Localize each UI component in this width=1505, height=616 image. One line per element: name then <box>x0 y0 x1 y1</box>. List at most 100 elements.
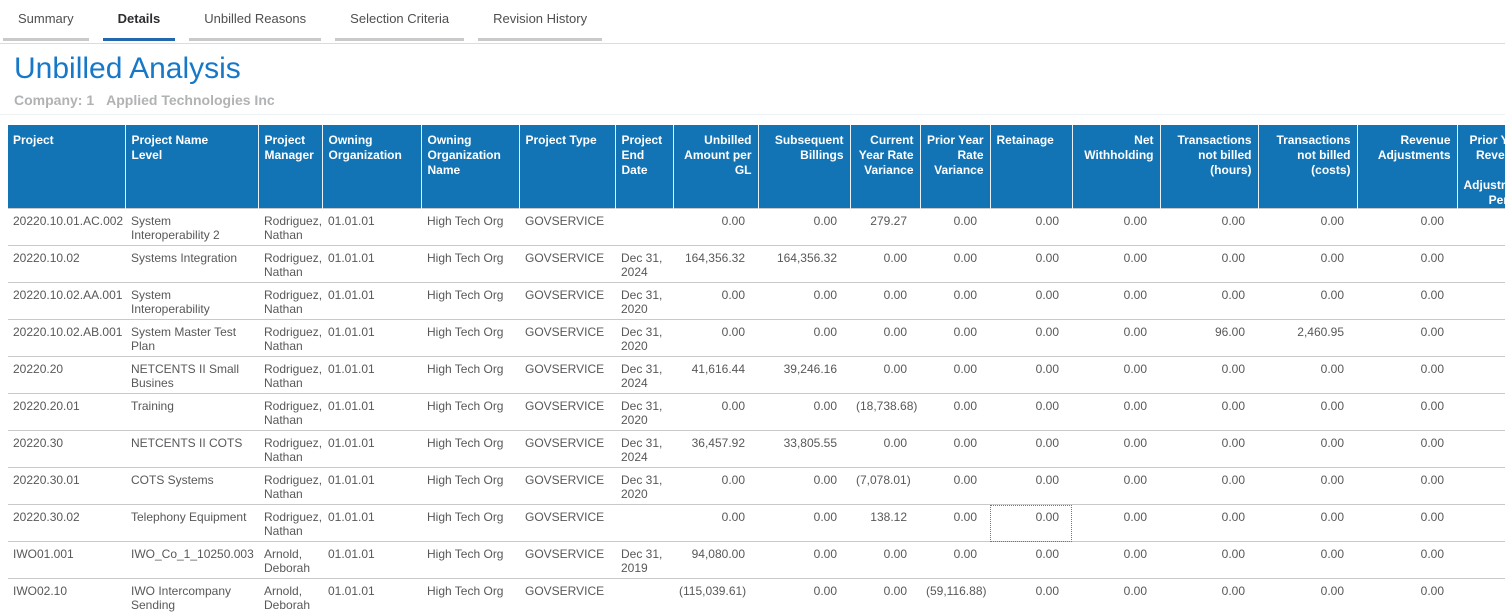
cell-project-end-date[interactable] <box>615 505 673 542</box>
cell-unbilled-amount-per-gl[interactable]: 164,356.32 <box>673 246 758 283</box>
cell-project-manager[interactable]: Rodriguez, Nathan <box>258 283 322 320</box>
cell-subsequent-billings[interactable]: 0.00 <box>758 283 850 320</box>
cell-transactions-not-billed-costs[interactable]: 2,460.95 <box>1258 320 1357 357</box>
column-header-project-name-level[interactable]: Project Name Level <box>125 125 258 209</box>
cell-revenue-adjustments[interactable]: 0.00 <box>1357 468 1457 505</box>
column-header-project-type[interactable]: Project Type <box>519 125 615 209</box>
cell-net-withholding[interactable]: 0.00 <box>1072 394 1160 431</box>
cell-prior-year-rate-variance[interactable]: 0.00 <box>920 209 990 246</box>
cell-owning-organization-name[interactable]: High Tech Org <box>421 283 519 320</box>
cell-net-withholding[interactable]: 0.00 <box>1072 357 1160 394</box>
cell-current-year-rate-variance[interactable]: (18,738.68) <box>850 394 920 431</box>
cell-revenue-adjustments[interactable]: 0.00 <box>1357 542 1457 579</box>
cell-prior-year-revenue-adjustments-period[interactable] <box>1457 505 1505 542</box>
cell-revenue-adjustments[interactable]: 0.00 <box>1357 357 1457 394</box>
cell-project-end-date[interactable] <box>615 209 673 246</box>
cell-current-year-rate-variance[interactable]: 0.00 <box>850 542 920 579</box>
column-header-subsequent-billings[interactable]: Subsequent Billings <box>758 125 850 209</box>
cell-prior-year-rate-variance[interactable]: 0.00 <box>920 320 990 357</box>
cell-project-end-date[interactable]: Dec 31, 2019 <box>615 542 673 579</box>
cell-unbilled-amount-per-gl[interactable]: 0.00 <box>673 468 758 505</box>
cell-prior-year-rate-variance[interactable]: 0.00 <box>920 542 990 579</box>
cell-project-name-level[interactable]: NETCENTS II COTS <box>125 431 258 468</box>
cell-project-type[interactable]: GOVSERVICE <box>519 394 615 431</box>
cell-transactions-not-billed-costs[interactable]: 0.00 <box>1258 468 1357 505</box>
cell-project-end-date[interactable]: Dec 31, 2020 <box>615 283 673 320</box>
cell-net-withholding[interactable]: 0.00 <box>1072 209 1160 246</box>
cell-net-withholding[interactable]: 0.00 <box>1072 505 1160 542</box>
cell-revenue-adjustments[interactable]: 0.00 <box>1357 283 1457 320</box>
tab-details[interactable]: Details <box>103 0 176 41</box>
cell-prior-year-rate-variance[interactable]: 0.00 <box>920 431 990 468</box>
cell-revenue-adjustments[interactable]: 0.00 <box>1357 246 1457 283</box>
cell-project-type[interactable]: GOVSERVICE <box>519 468 615 505</box>
cell-subsequent-billings[interactable]: 0.00 <box>758 394 850 431</box>
column-header-prior-year-rate-variance[interactable]: Prior Year Rate Variance <box>920 125 990 209</box>
cell-project-end-date[interactable]: Dec 31, 2024 <box>615 246 673 283</box>
cell-current-year-rate-variance[interactable]: 0.00 <box>850 579 920 616</box>
cell-project-name-level[interactable]: COTS Systems <box>125 468 258 505</box>
cell-transactions-not-billed-hours[interactable]: 0.00 <box>1160 542 1258 579</box>
cell-project-end-date[interactable]: Dec 31, 2020 <box>615 320 673 357</box>
cell-owning-organization-name[interactable]: High Tech Org <box>421 542 519 579</box>
cell-subsequent-billings[interactable]: 164,356.32 <box>758 246 850 283</box>
cell-transactions-not-billed-costs[interactable]: 0.00 <box>1258 505 1357 542</box>
cell-transactions-not-billed-costs[interactable]: 0.00 <box>1258 246 1357 283</box>
cell-subsequent-billings[interactable]: 0.00 <box>758 320 850 357</box>
column-header-owning-organization[interactable]: Owning Organization <box>322 125 421 209</box>
cell-net-withholding[interactable]: 0.00 <box>1072 320 1160 357</box>
cell-project-manager[interactable]: Rodriguez, Nathan <box>258 394 322 431</box>
cell-retainage[interactable]: 0.00 <box>990 505 1072 542</box>
tab-selection-criteria[interactable]: Selection Criteria <box>335 0 464 41</box>
cell-owning-organization[interactable]: 01.01.01 <box>322 209 421 246</box>
cell-project-name-level[interactable]: Training <box>125 394 258 431</box>
cell-retainage[interactable]: 0.00 <box>990 246 1072 283</box>
cell-transactions-not-billed-costs[interactable]: 0.00 <box>1258 431 1357 468</box>
cell-prior-year-rate-variance[interactable]: 0.00 <box>920 505 990 542</box>
column-header-transactions-not-billed-hours[interactable]: Transactions not billed (hours) <box>1160 125 1258 209</box>
cell-project-type[interactable]: GOVSERVICE <box>519 209 615 246</box>
cell-owning-organization-name[interactable]: High Tech Org <box>421 468 519 505</box>
column-header-project-manager[interactable]: Project Manager <box>258 125 322 209</box>
cell-transactions-not-billed-hours[interactable]: 0.00 <box>1160 394 1258 431</box>
column-header-prior-year-revenue-adjustments-period[interactable]: Prior Year Revenue Adjustments Period <box>1457 125 1505 209</box>
cell-prior-year-rate-variance[interactable]: 0.00 <box>920 246 990 283</box>
cell-project[interactable]: 20220.20.01 <box>8 394 125 431</box>
cell-unbilled-amount-per-gl[interactable]: 0.00 <box>673 394 758 431</box>
cell-prior-year-revenue-adjustments-period[interactable] <box>1457 431 1505 468</box>
cell-current-year-rate-variance[interactable]: 138.12 <box>850 505 920 542</box>
cell-current-year-rate-variance[interactable]: (7,078.01) <box>850 468 920 505</box>
cell-transactions-not-billed-hours[interactable]: 96.00 <box>1160 320 1258 357</box>
tab-summary[interactable]: Summary <box>3 0 89 41</box>
cell-transactions-not-billed-costs[interactable]: 0.00 <box>1258 394 1357 431</box>
cell-project-manager[interactable]: Rodriguez, Nathan <box>258 320 322 357</box>
cell-transactions-not-billed-hours[interactable]: 0.00 <box>1160 283 1258 320</box>
cell-project-manager[interactable]: Rodriguez, Nathan <box>258 431 322 468</box>
cell-owning-organization-name[interactable]: High Tech Org <box>421 209 519 246</box>
cell-project-end-date[interactable]: Dec 31, 2024 <box>615 357 673 394</box>
cell-transactions-not-billed-hours[interactable]: 0.00 <box>1160 209 1258 246</box>
cell-owning-organization-name[interactable]: High Tech Org <box>421 431 519 468</box>
cell-current-year-rate-variance[interactable]: 0.00 <box>850 246 920 283</box>
cell-project[interactable]: 20220.10.02 <box>8 246 125 283</box>
cell-revenue-adjustments[interactable]: 0.00 <box>1357 394 1457 431</box>
cell-subsequent-billings[interactable]: 0.00 <box>758 579 850 616</box>
tab-revision-history[interactable]: Revision History <box>478 0 602 41</box>
cell-subsequent-billings[interactable]: 33,805.55 <box>758 431 850 468</box>
cell-transactions-not-billed-costs[interactable]: 0.00 <box>1258 579 1357 616</box>
cell-prior-year-revenue-adjustments-period[interactable] <box>1457 394 1505 431</box>
cell-owning-organization[interactable]: 01.01.01 <box>322 579 421 616</box>
cell-project-type[interactable]: GOVSERVICE <box>519 505 615 542</box>
column-header-current-year-rate-variance[interactable]: Current Year Rate Variance <box>850 125 920 209</box>
cell-retainage[interactable]: 0.00 <box>990 542 1072 579</box>
cell-prior-year-revenue-adjustments-period[interactable] <box>1457 468 1505 505</box>
cell-project-end-date[interactable]: Dec 31, 2020 <box>615 394 673 431</box>
cell-retainage[interactable]: 0.00 <box>990 357 1072 394</box>
cell-project-manager[interactable]: Rodriguez, Nathan <box>258 468 322 505</box>
cell-subsequent-billings[interactable]: 0.00 <box>758 209 850 246</box>
cell-current-year-rate-variance[interactable]: 0.00 <box>850 283 920 320</box>
cell-prior-year-revenue-adjustments-period[interactable] <box>1457 283 1505 320</box>
cell-project-type[interactable]: GOVSERVICE <box>519 579 615 616</box>
cell-transactions-not-billed-hours[interactable]: 0.00 <box>1160 468 1258 505</box>
cell-unbilled-amount-per-gl[interactable]: 0.00 <box>673 320 758 357</box>
